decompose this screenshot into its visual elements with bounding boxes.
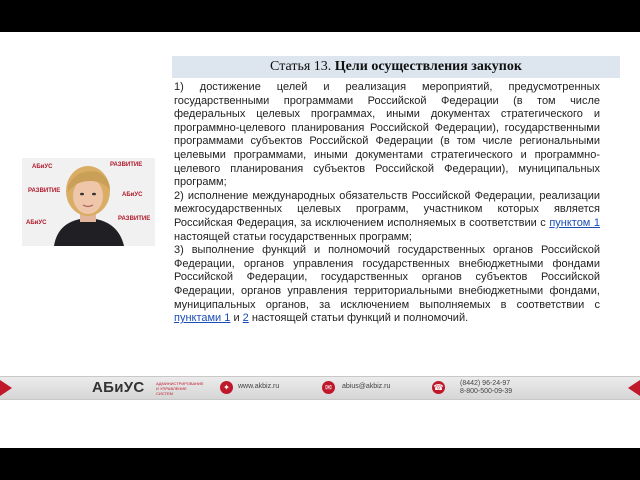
article-paragraph-1: 1) достижение целей и реализация меропри… [174,81,600,189]
article-title-prefix: Статья 13. [270,59,332,74]
speaker-figure [54,166,124,246]
phone-icon: ☎ [432,381,445,394]
paragraph-3-text-end: настоящей статьи функций и полномочий. [248,312,469,325]
phone-numbers: (8442) 96-24-97 8-800-500-09-39 [460,380,512,396]
video-frame: Статья 13. Цели осуществления закупок 1)… [0,32,640,448]
arrow-left-icon [0,380,12,396]
website-text: www.akbiz.ru [238,383,280,390]
phone-1: (8442) 96-24-97 [460,380,511,387]
link-punkty-1[interactable]: пунктами 1 [174,312,230,324]
mail-icon: ✉ [322,381,335,394]
phone-2: 8-800-500-09-39 [460,388,513,395]
globe-icon: ✦ [220,381,233,394]
logo: АБиУС [92,379,145,396]
paragraph-3-conj: и [230,312,243,325]
link-punkt-1[interactable]: пунктом 1 [549,217,600,229]
arrow-right-icon [628,380,640,396]
article-paragraph-3: 3) выполнение функций и полномочий госуд… [174,244,600,326]
speaker-video: АБиУС РАЗВИТИЕ РАЗВИТИЕ АБиУС РАЗВИТИЕ А… [22,158,155,246]
article-title-bold: Цели осуществления закупок [334,59,522,74]
paragraph-3-text: 3) выполнение функций и полномочий госуд… [174,244,600,311]
article-paragraph-2: 2) исполнение международных обязательств… [174,190,600,244]
footer-bar: АБиУС АДМИНИСТРИРОВАНИЕ И УПРАВЛЕНИЕ СИС… [0,376,640,400]
article-title: Статья 13. Цели осуществления закупок [172,56,620,78]
email-text: abius@akbiz.ru [342,383,391,390]
paragraph-2-text: 2) исполнение международных обязательств… [174,189,600,229]
paragraph-2-text-end: настоящей статьи государственных програм… [174,230,412,243]
article-body: 1) достижение целей и реализация меропри… [174,81,600,326]
logo-subtitle: АДМИНИСТРИРОВАНИЕ И УПРАВЛЕНИЕ СИСТЕМ [156,381,204,396]
